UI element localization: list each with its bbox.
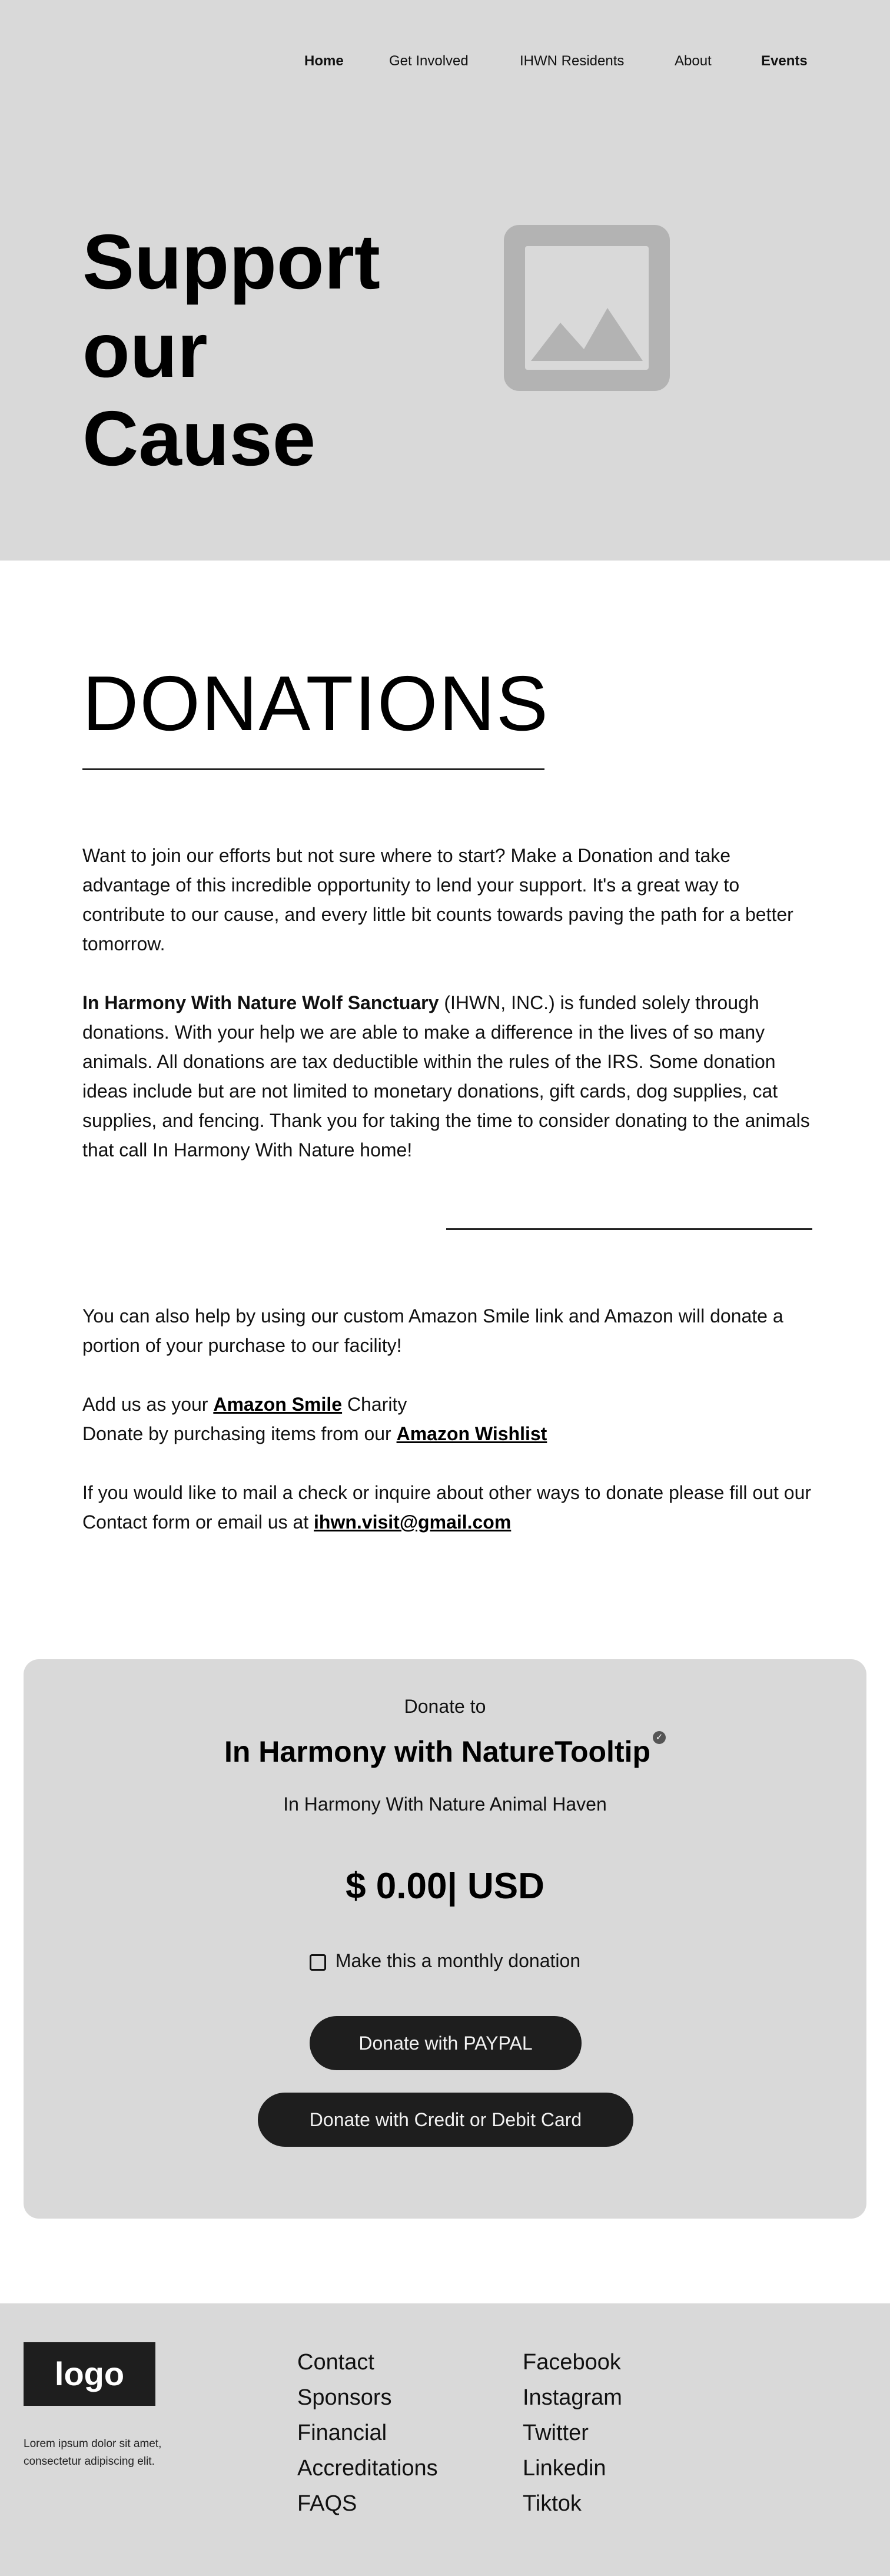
footer-links-social: Facebook Instagram Twitter Linkedin Tikt… — [523, 2345, 622, 2521]
footer-link-faqs[interactable]: FAQS — [297, 2486, 438, 2521]
mail-paragraph: If you would like to mail a check or inq… — [82, 1478, 812, 1537]
nav-home[interactable]: Home — [304, 53, 344, 69]
image-frame — [525, 246, 649, 370]
divider — [82, 768, 544, 770]
footer-link-twitter[interactable]: Twitter — [523, 2415, 622, 2451]
nav-get-involved[interactable]: Get Involved — [389, 53, 469, 69]
nav-about[interactable]: About — [675, 53, 712, 69]
footer-description: Lorem ipsum dolor sit amet, consectetur … — [24, 2438, 162, 2468]
donations-heading: DONATIONS — [82, 660, 549, 747]
sanctuary-text: (IHWN, INC.) is funded solely through do… — [82, 992, 810, 1161]
footer-link-financial[interactable]: Financial — [297, 2415, 438, 2451]
mountain-icon — [531, 308, 643, 361]
hero-title: Support our Cause — [82, 218, 436, 483]
footer-link-facebook[interactable]: Facebook — [523, 2345, 622, 2380]
footer-link-tiktok[interactable]: Tiktok — [523, 2486, 622, 2521]
monthly-donation-checkbox[interactable] — [309, 1954, 326, 1971]
footer-link-accreditations[interactable]: Accreditations — [297, 2451, 438, 2486]
org-subtitle: In Harmony With Nature Animal Haven — [283, 1793, 607, 1815]
donate-card-button[interactable]: Donate with Credit or Debit Card — [258, 2093, 633, 2147]
hero-title-line-2: our — [82, 307, 208, 393]
amazon-links-paragraph: Add us as your Amazon Smile Charity Dona… — [82, 1390, 812, 1448]
amazon-wishlist-link[interactable]: Amazon Wishlist — [397, 1423, 547, 1444]
divider — [446, 1228, 812, 1230]
amazon-smile-link[interactable]: Amazon Smile — [213, 1394, 342, 1415]
donate-paypal-button[interactable]: Donate with PAYPAL — [310, 2016, 582, 2070]
nav-events[interactable]: Events — [761, 53, 808, 69]
image-placeholder-icon — [504, 225, 670, 391]
monthly-donation-label: Make this a monthly donation — [335, 1950, 581, 1971]
donation-amount-input[interactable]: $ 0.00| USD — [24, 1865, 866, 1907]
org-name-text: In Harmony with NatureTooltip — [224, 1735, 651, 1768]
main-nav: Home Get Involved IHWN Residents About E… — [0, 53, 890, 77]
org-name: In Harmony with NatureTooltip ✓ — [24, 1731, 866, 1769]
footer-link-contact[interactable]: Contact — [297, 2345, 438, 2380]
footer: logo Lorem ipsum dolor sit amet, consect… — [0, 2303, 890, 2576]
footer-link-instagram[interactable]: Instagram — [523, 2380, 622, 2415]
wishlist-prefix: Donate by purchasing items from our — [82, 1423, 397, 1444]
footer-link-linkedin[interactable]: Linkedin — [523, 2451, 622, 2486]
smile-prefix: Add us as your — [82, 1394, 214, 1415]
hero-title-line-3: Cause — [82, 395, 316, 482]
footer-logo[interactable]: logo — [24, 2342, 155, 2406]
donate-to-label: Donate to — [404, 1696, 486, 1717]
amazon-paragraph: You can also help by using our custom Am… — [82, 1305, 783, 1356]
footer-link-sponsors[interactable]: Sponsors — [297, 2380, 438, 2415]
email-link[interactable]: ihwn.visit@gmail.com — [314, 1511, 511, 1533]
monthly-donation-option: Make this a monthly donation — [24, 1950, 866, 1972]
verified-check-icon: ✓ — [653, 1731, 666, 1744]
donate-card: Donate to In Harmony with NatureTooltip ✓… — [24, 1659, 866, 2219]
sanctuary-name: In Harmony With Nature Wolf Sanctuary — [82, 992, 439, 1013]
sanctuary-paragraph: In Harmony With Nature Wolf Sanctuary (I… — [82, 988, 812, 1165]
smile-suffix: Charity — [342, 1394, 407, 1415]
hero-title-line-1: Support — [82, 218, 380, 305]
hero-section: Home Get Involved IHWN Residents About E… — [0, 0, 890, 561]
footer-links-info: Contact Sponsors Financial Accreditation… — [297, 2345, 438, 2521]
nav-ihwn-residents[interactable]: IHWN Residents — [520, 53, 624, 69]
donations-intro: Want to join our efforts but not sure wh… — [82, 845, 793, 954]
